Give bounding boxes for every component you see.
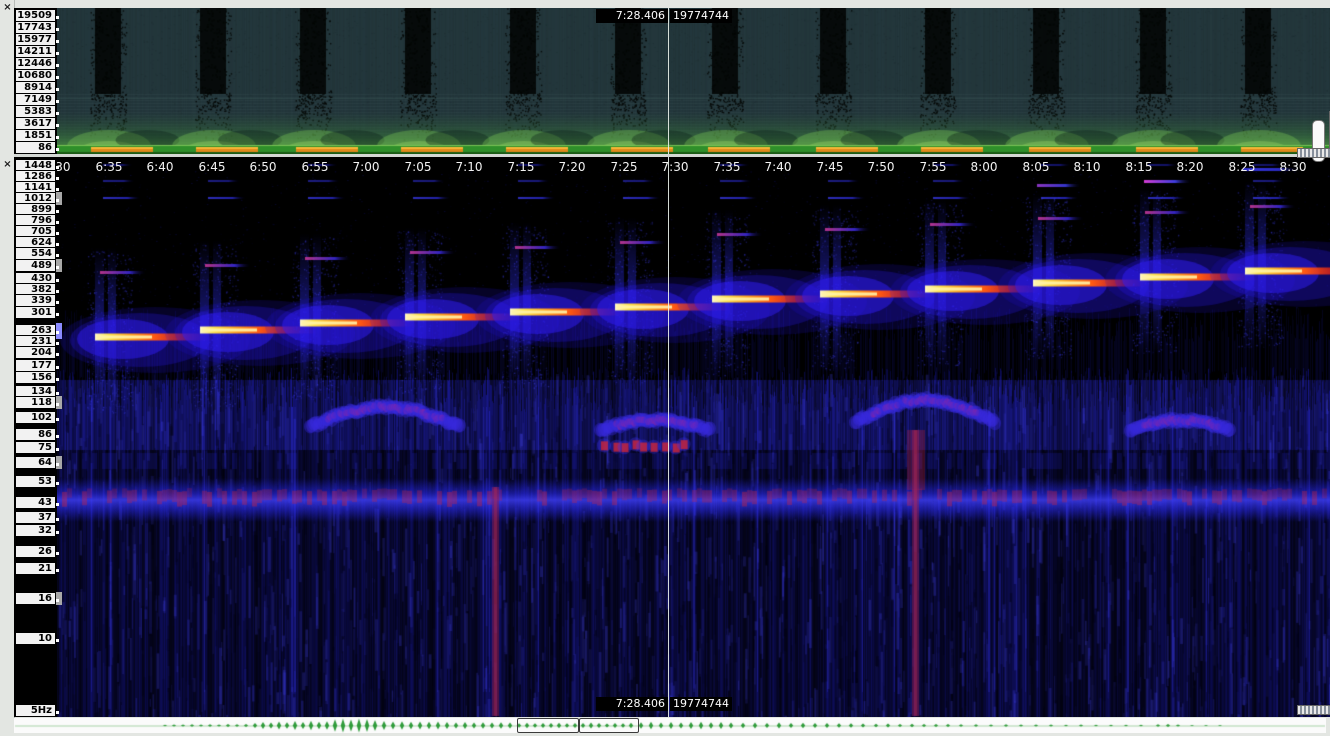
app-window: × × 195091774315977142111244610680891471…: [0, 0, 1330, 736]
freq-tick-label: 796: [16, 215, 55, 226]
freq-tick-label: 86: [16, 142, 55, 153]
freq-tick-label: 53: [16, 476, 55, 487]
spectrogram-canvas-bottom[interactable]: [57, 157, 1330, 717]
freq-tick-label: 339: [16, 295, 55, 306]
horizontal-zoom-thumbwheel-bottom[interactable]: [1297, 705, 1330, 715]
spectrogram-pane-top[interactable]: 1950917743159771421112446106808914714953…: [14, 8, 1330, 154]
freq-tick-label: 43: [16, 497, 55, 508]
freq-tick-label: 1851: [16, 130, 55, 141]
freq-tick-label: 118: [16, 397, 55, 408]
freq-tick-label: 177: [16, 360, 55, 371]
freq-tick-label: 489: [16, 260, 55, 271]
freq-tick-label: 19509: [16, 10, 55, 21]
playhead-line-top[interactable]: [668, 8, 669, 154]
freq-tick-label: 86: [16, 429, 55, 440]
playhead-frame-label-top: 19774744: [670, 9, 732, 23]
freq-tick-label: 5383: [16, 106, 55, 117]
freq-tick-label: 382: [16, 284, 55, 295]
horizontal-zoom-thumbwheel-top[interactable]: [1297, 148, 1330, 158]
freq-tick-label: 15977: [16, 34, 55, 45]
freq-tick-label: 10680: [16, 70, 55, 81]
freq-tick-label: 21: [16, 563, 55, 574]
freq-tick-label: 1141: [16, 182, 55, 193]
freq-tick-label: 12446: [16, 58, 55, 69]
playhead-frame-label-bottom: 19774744: [670, 697, 732, 711]
freq-tick-label: 75: [16, 442, 55, 453]
playhead-time-label-bottom: 7:28.406: [596, 697, 668, 711]
freq-tick-label: 705: [16, 226, 55, 237]
pane-left-margin: [0, 0, 15, 736]
freq-tick-label: 204: [16, 347, 55, 358]
freq-tick-label: 26: [16, 546, 55, 557]
freq-tick-label: 1012: [16, 193, 55, 204]
freq-tick-label: 554: [16, 248, 55, 259]
playhead-time-label-top: 7:28.406: [596, 9, 668, 23]
global-overview-strip[interactable]: [14, 718, 1326, 733]
spectrogram-canvas-top[interactable]: [57, 8, 1330, 154]
playhead-line-bottom[interactable]: [668, 157, 669, 717]
freq-tick-label: 263: [16, 325, 55, 336]
overview-view-box[interactable]: [517, 718, 579, 733]
overview-view-box[interactable]: [579, 718, 639, 733]
freq-tick-label: 301: [16, 307, 55, 318]
freq-tick-label: 64: [16, 457, 55, 468]
freq-tick-label: 430: [16, 273, 55, 284]
freq-tick-label: 7149: [16, 94, 55, 105]
freq-tick-label: 8914: [16, 82, 55, 93]
freq-tick-label: 17743: [16, 22, 55, 33]
freq-tick-label: 32: [16, 525, 55, 536]
freq-tick-label: 16: [16, 593, 55, 604]
freq-tick-label: 102: [16, 412, 55, 423]
freq-tick-label: 14211: [16, 46, 55, 57]
freq-tick-label: 5Hz: [16, 705, 55, 716]
freq-tick-label: 1448: [16, 160, 55, 171]
spectrogram-pane-bottom[interactable]: 6:306:356:406:456:506:557:007:057:107:15…: [14, 157, 1330, 717]
freq-tick-label: 10: [16, 633, 55, 644]
freq-tick-label: 624: [16, 237, 55, 248]
overview-waveform-canvas[interactable]: [14, 718, 1326, 733]
frequency-axis-bottom: 1448128611411012899796705624554489 430382…: [14, 157, 57, 717]
close-bottom-pane-button[interactable]: ×: [2, 159, 13, 170]
freq-tick-label: 134: [16, 386, 55, 397]
frequency-axis-top: 1950917743159771421112446106808914714953…: [14, 8, 57, 154]
freq-tick-label: 3617: [16, 118, 55, 129]
close-top-pane-button[interactable]: ×: [2, 2, 13, 13]
freq-tick-label: 899: [16, 204, 55, 215]
freq-tick-label: 1286: [16, 171, 55, 182]
freq-tick-label: 37: [16, 512, 55, 523]
freq-tick-label: 156: [16, 372, 55, 383]
freq-tick-label: 231: [16, 336, 55, 347]
